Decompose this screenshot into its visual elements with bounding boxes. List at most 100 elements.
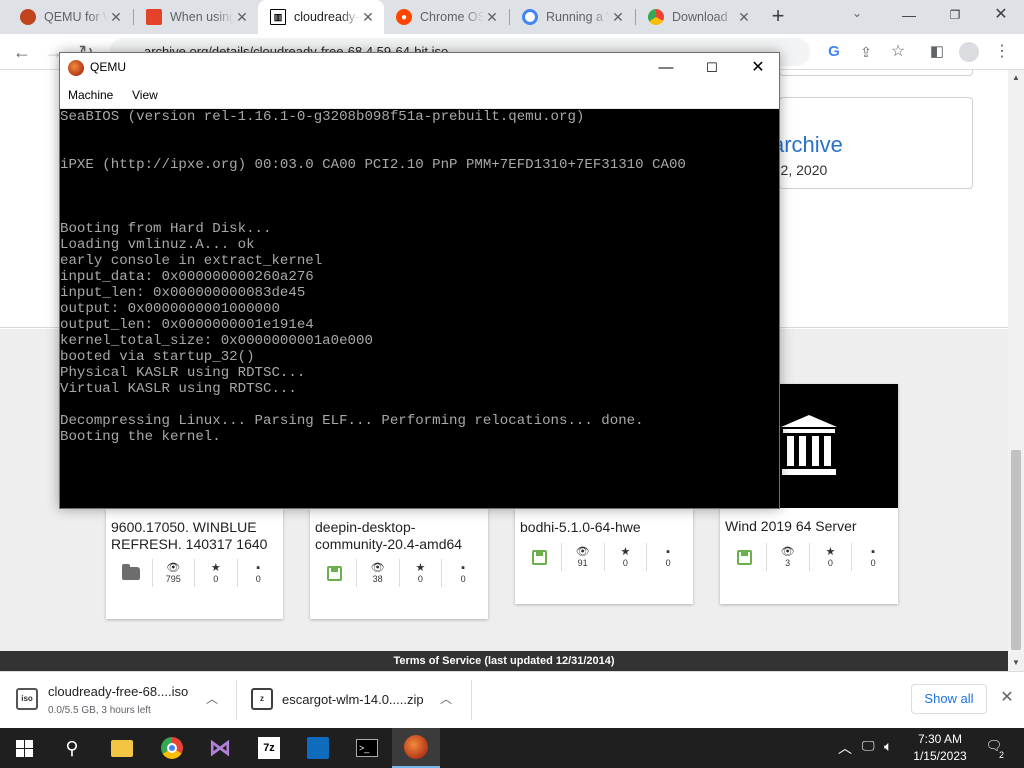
card-stats: 👁︎ 3 ★ 0 ▪ 0 — [724, 543, 894, 571]
terminal-icon: >_ — [356, 739, 378, 757]
tab-running-vm[interactable]: Running a VM ✕ — [510, 0, 634, 34]
console-line: Loading vmlinuz.A... ok — [60, 237, 255, 253]
download-item[interactable]: z escargot-wlm-14.0.....zip ︿ — [237, 672, 471, 729]
uploader-link[interactable]: archive — [772, 132, 843, 158]
show-all-button[interactable]: Show all — [911, 684, 987, 714]
qemu-titlebar[interactable]: QEMU — ☐ ✕ — [60, 53, 779, 83]
chevron-up-icon[interactable]: ︿ — [440, 690, 452, 707]
terms-of-service-bar: Terms of Service (last updated 12/31/201… — [0, 651, 1008, 671]
terms-of-service-link[interactable]: Terms of Service (last updated 12/31/201… — [393, 655, 614, 667]
menu-view[interactable]: View — [132, 88, 158, 102]
taskbar-terminal[interactable]: >_ — [343, 728, 391, 768]
notification-count: 2 — [998, 750, 1004, 760]
download-item[interactable]: iso cloudready-free-68....iso 0.0/5.5 GB… — [0, 672, 236, 729]
profile-avatar-icon[interactable] — [957, 40, 981, 64]
eye-icon: 👁︎ — [166, 561, 181, 574]
console-line: Booting from Hard Disk... — [60, 221, 272, 237]
restore-icon[interactable]: ❐ — [932, 0, 978, 30]
item-card[interactable]: deepin-desktop-community-20.4-amd64 👁︎ 38… — [310, 509, 488, 619]
item-card[interactable]: bodhi-5.1.0-64-hwe 👁︎ 91 ★ 0 ▪ 0 — [515, 509, 693, 604]
console-line: iPXE (http://ipxe.org) 00:03.0 CA00 PCI2… — [60, 157, 686, 173]
window-close-icon[interactable]: ✕ — [735, 53, 781, 83]
menu-machine[interactable]: Machine — [68, 88, 113, 102]
card-title[interactable]: bodhi-5.1.0-64-hwe — [520, 519, 688, 536]
window-close-icon[interactable]: ✕ — [978, 0, 1024, 30]
chevron-up-icon[interactable]: ︿ — [206, 690, 218, 707]
tab-cloudready[interactable]: ▥ cloudready-free ✕ — [258, 0, 384, 34]
google-lens-icon[interactable]: G — [822, 40, 846, 64]
console-line: Virtual KASLR using RDTSC... — [60, 381, 297, 397]
notification-center-button[interactable]: 🗨︎ 2 — [984, 738, 1004, 760]
tab-reddit[interactable]: ● Chrome OS Flex ✕ — [384, 0, 508, 34]
tab-title: Chrome OS Flex — [420, 10, 484, 24]
close-icon[interactable]: ✕ — [997, 688, 1017, 708]
taskbar-file-explorer[interactable] — [98, 728, 146, 768]
tab-gitlab[interactable]: When using GitLab ✕ — [134, 0, 258, 34]
chevron-up-icon[interactable]: ︿ — [838, 738, 852, 758]
card-title[interactable]: deepin-desktop-community-20.4-amd64 — [315, 519, 483, 553]
bookmark-star-icon[interactable]: ☆ — [886, 40, 910, 64]
close-icon[interactable]: ✕ — [234, 9, 250, 25]
tab-download[interactable]: Download ✕ — [636, 0, 760, 34]
console-line: Decompressing Linux... Parsing ELF... Pe… — [60, 413, 644, 429]
system-clock[interactable]: 7:30 AM 1/15/2023 — [908, 731, 972, 765]
taskbar-visual-studio[interactable]: ⋈ — [196, 728, 244, 768]
minimize-icon[interactable]: — — [643, 53, 689, 83]
favorites-count: 0 — [213, 573, 219, 584]
comment-icon: ▪ — [666, 545, 671, 558]
scroll-thumb[interactable] — [1011, 450, 1021, 650]
close-icon[interactable]: ✕ — [360, 9, 376, 25]
comment-icon: ▪ — [461, 561, 466, 574]
card-title[interactable]: 9600.17050. WINBLUE REFRESH. 140317 1640 — [111, 519, 278, 553]
comment-icon: ▪ — [871, 545, 876, 558]
close-icon[interactable]: ✕ — [484, 9, 500, 25]
card-stats: 👁︎ 38 ★ 0 ▪ 0 — [314, 559, 484, 587]
card-title[interactable]: Wind 2019 64 Server — [725, 518, 893, 535]
side-panel-icon[interactable]: ◧ — [925, 40, 949, 64]
favorites-count: 0 — [622, 557, 628, 568]
search-icon: ⚲ — [65, 737, 79, 758]
taskbar-qemu[interactable] — [392, 728, 440, 768]
archive-org-icon: ▥ — [270, 9, 286, 25]
new-tab-button[interactable]: + — [766, 5, 790, 29]
volume-icon[interactable]: 🔈︎ — [884, 738, 892, 755]
reddit-icon: ● — [396, 9, 412, 25]
tab-title: cloudready-free — [294, 10, 360, 24]
console-line: booted via startup_32() — [60, 349, 255, 365]
scroll-down-icon[interactable]: ▼ — [1008, 655, 1024, 671]
start-button[interactable] — [0, 728, 48, 768]
close-icon[interactable]: ✕ — [610, 9, 626, 25]
tab-search-chevron-icon[interactable]: ⌄ — [852, 6, 862, 20]
uploader-box: archive r 2, 2020 — [772, 97, 973, 189]
taskbar-chrome[interactable] — [148, 728, 196, 768]
download-shelf: iso cloudready-free-68....iso 0.0/5.5 GB… — [0, 671, 1024, 728]
item-card[interactable]: 9600.17050. WINBLUE REFRESH. 140317 1640… — [106, 509, 283, 619]
views-count: 91 — [577, 557, 588, 568]
page-scrollbar[interactable]: ▲ ▼ — [1008, 70, 1024, 671]
chrome-menu-icon[interactable]: ⋮ — [990, 40, 1014, 64]
close-icon[interactable]: ✕ — [736, 9, 752, 25]
taskbar-7zip[interactable]: 7z — [245, 728, 293, 768]
back-arrow-icon[interactable]: ← — [10, 40, 34, 64]
gitlab-icon — [146, 9, 162, 25]
maximize-icon[interactable]: ☐ — [689, 53, 735, 83]
minimize-icon[interactable]: — — [886, 0, 932, 30]
scroll-up-icon[interactable]: ▲ — [1008, 70, 1024, 86]
tab-qemu-for-windows[interactable]: QEMU for Windows ✕ — [8, 0, 132, 34]
network-icon[interactable]: 🖵 — [862, 738, 875, 754]
tab-title: Running a VM — [546, 10, 610, 24]
taskbar-outlook[interactable] — [294, 728, 342, 768]
windows-taskbar: ⚲ ⋈ 7z >_ ︿ 🖵 🔈︎ 7:30 AM 1/15/2023 🗨︎ 2 — [0, 728, 1024, 768]
download-filename: cloudready-free-68....iso — [48, 684, 189, 699]
vm-console-output[interactable]: SeaBIOS (version rel-1.16.1-0-g3208b098f… — [60, 109, 779, 508]
views-count: 3 — [785, 557, 791, 568]
console-line: output_len: 0x0000000001e191e4 — [60, 317, 314, 333]
close-icon[interactable]: ✕ — [108, 9, 124, 25]
share-icon[interactable]: ⇪ — [854, 40, 878, 64]
tab-title: QEMU for Windows — [44, 10, 108, 24]
archive-building-icon — [781, 415, 837, 475]
search-button[interactable]: ⚲ — [48, 728, 96, 768]
